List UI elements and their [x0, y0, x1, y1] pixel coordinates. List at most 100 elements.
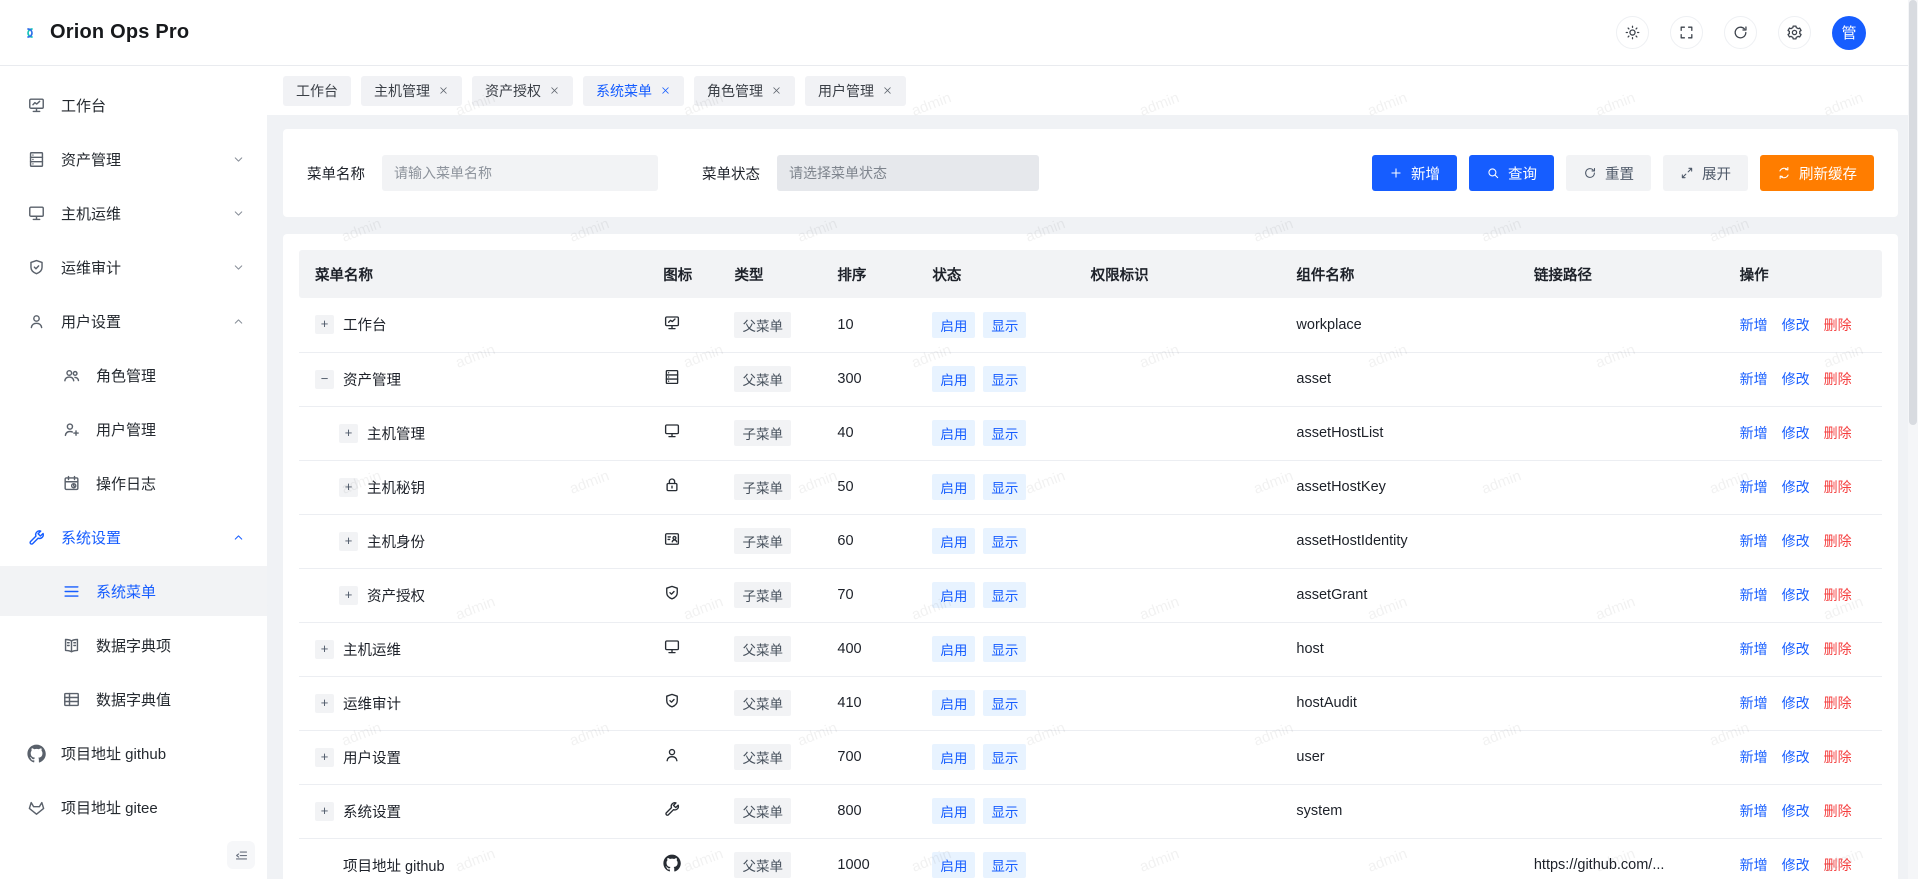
menu-name-input[interactable]	[382, 155, 658, 191]
row-add-link[interactable]: 新增	[1740, 803, 1768, 819]
tab-3[interactable]: 系统菜单	[583, 76, 684, 106]
row-edit-link[interactable]: 修改	[1782, 317, 1810, 333]
tab-5[interactable]: 用户管理	[805, 76, 906, 106]
expand-row-button[interactable]: +	[315, 694, 334, 713]
row-delete-link[interactable]: 删除	[1824, 533, 1852, 549]
expand-all-button[interactable]: 展开	[1663, 155, 1748, 191]
row-delete-link[interactable]: 删除	[1824, 803, 1852, 819]
row-add-link[interactable]: 新增	[1740, 479, 1768, 495]
settings-button[interactable]	[1778, 16, 1811, 49]
tab-4[interactable]: 角色管理	[694, 76, 795, 106]
tab-close-icon[interactable]	[882, 85, 893, 96]
expand-row-button[interactable]: +	[339, 532, 358, 551]
sidebar-item-9[interactable]: 系统菜单	[0, 566, 267, 616]
row-edit-link[interactable]: 修改	[1782, 479, 1810, 495]
cell-component	[1280, 838, 1517, 879]
sidebar-item-label: 角色管理	[96, 365, 156, 386]
row-delete-link[interactable]: 删除	[1824, 371, 1852, 387]
cell-menu-type: 父菜单	[718, 622, 821, 676]
cell-permission	[1075, 514, 1281, 568]
cell-menu-icon	[647, 460, 718, 514]
expand-row-button[interactable]: +	[339, 424, 358, 443]
row-edit-link[interactable]: 修改	[1782, 587, 1810, 603]
row-edit-link[interactable]: 修改	[1782, 641, 1810, 657]
row-edit-link[interactable]: 修改	[1782, 695, 1810, 711]
sidebar-item-2[interactable]: 主机运维	[0, 188, 267, 238]
sidebar-item-12[interactable]: 项目地址 github	[0, 728, 267, 778]
row-delete-link[interactable]: 删除	[1824, 317, 1852, 333]
query-button[interactable]: 查询	[1469, 155, 1554, 191]
expand-row-button[interactable]: +	[315, 640, 334, 659]
row-add-link[interactable]: 新增	[1740, 317, 1768, 333]
row-edit-link[interactable]: 修改	[1782, 425, 1810, 441]
sidebar-item-8[interactable]: 系统设置	[0, 512, 267, 562]
row-edit-link[interactable]: 修改	[1782, 533, 1810, 549]
tab-close-icon[interactable]	[771, 85, 782, 96]
row-add-link[interactable]: 新增	[1740, 371, 1768, 387]
row-delete-link[interactable]: 删除	[1824, 587, 1852, 603]
row-add-link[interactable]: 新增	[1740, 749, 1768, 765]
reset-button[interactable]: 重置	[1566, 155, 1651, 191]
cell-component: assetHostKey	[1280, 460, 1517, 514]
row-add-link[interactable]: 新增	[1740, 587, 1768, 603]
refresh-cache-button[interactable]: 刷新缓存	[1760, 155, 1874, 191]
sidebar-item-6[interactable]: 用户管理	[0, 404, 267, 454]
menu-table-card: 菜单名称图标类型排序状态权限标识组件名称链接路径操作 +工作台父菜单10启用显示…	[283, 234, 1898, 879]
row-delete-link[interactable]: 删除	[1824, 425, 1852, 441]
sidebar-item-0[interactable]: 工作台	[0, 80, 267, 130]
row-add-link[interactable]: 新增	[1740, 857, 1768, 873]
cell-component: hostAudit	[1280, 676, 1517, 730]
row-edit-link[interactable]: 修改	[1782, 749, 1810, 765]
expand-row-button[interactable]: +	[315, 802, 334, 821]
row-delete-link[interactable]: 删除	[1824, 749, 1852, 765]
add-button[interactable]: 新增	[1372, 155, 1457, 191]
tab-close-icon[interactable]	[549, 85, 560, 96]
menu-status-select[interactable]: 请选择菜单状态	[777, 155, 1039, 191]
row-add-link[interactable]: 新增	[1740, 695, 1768, 711]
row-add-link[interactable]: 新增	[1740, 533, 1768, 549]
sidebar-item-3[interactable]: 运维审计	[0, 242, 267, 292]
cell-operations: 新增修改删除	[1724, 460, 1882, 514]
row-edit-link[interactable]: 修改	[1782, 803, 1810, 819]
sidebar-item-7[interactable]: 操作日志	[0, 458, 267, 508]
row-delete-link[interactable]: 删除	[1824, 695, 1852, 711]
sidebar-item-13[interactable]: 项目地址 gitee	[0, 782, 267, 832]
fullscreen-button[interactable]	[1670, 16, 1703, 49]
theme-button[interactable]	[1616, 16, 1649, 49]
status-visible-tag: 显示	[983, 690, 1026, 716]
tab-close-icon[interactable]	[438, 85, 449, 96]
row-add-link[interactable]: 新增	[1740, 425, 1768, 441]
expand-row-button[interactable]: +	[315, 748, 334, 767]
cell-component: user	[1280, 730, 1517, 784]
button-label: 刷新缓存	[1799, 163, 1857, 184]
sidebar-collapse-button[interactable]	[227, 841, 255, 869]
tab-close-icon[interactable]	[660, 85, 671, 96]
expand-row-button[interactable]: +	[339, 586, 358, 605]
sidebar-item-1[interactable]: 资产管理	[0, 134, 267, 184]
cell-permission	[1075, 352, 1281, 406]
reload-button[interactable]	[1724, 16, 1757, 49]
tab-1[interactable]: 主机管理	[361, 76, 462, 106]
row-edit-link[interactable]: 修改	[1782, 371, 1810, 387]
sidebar-item-10[interactable]: 数据字典项	[0, 620, 267, 670]
dashboard-icon	[663, 314, 681, 332]
user-avatar[interactable]: 管	[1832, 16, 1866, 50]
sidebar-item-11[interactable]: 数据字典值	[0, 674, 267, 724]
row-add-link[interactable]: 新增	[1740, 641, 1768, 657]
sidebar-item-5[interactable]: 角色管理	[0, 350, 267, 400]
scrollbar-thumb[interactable]	[1909, 0, 1917, 425]
tab-0[interactable]: 工作台	[283, 76, 351, 106]
github-icon	[27, 744, 46, 763]
row-delete-link[interactable]: 删除	[1824, 479, 1852, 495]
dashboard-icon	[27, 96, 46, 115]
column-header-4: 状态	[916, 250, 1074, 298]
expand-row-button[interactable]: +	[315, 315, 334, 334]
expand-row-button[interactable]: +	[339, 478, 358, 497]
row-delete-link[interactable]: 删除	[1824, 641, 1852, 657]
sidebar-item-4[interactable]: 用户设置	[0, 296, 267, 346]
tab-2[interactable]: 资产授权	[472, 76, 573, 106]
menu-name-text: 用户设置	[343, 747, 401, 768]
row-delete-link[interactable]: 删除	[1824, 857, 1852, 873]
row-edit-link[interactable]: 修改	[1782, 857, 1810, 873]
collapse-row-button[interactable]: −	[315, 370, 334, 389]
